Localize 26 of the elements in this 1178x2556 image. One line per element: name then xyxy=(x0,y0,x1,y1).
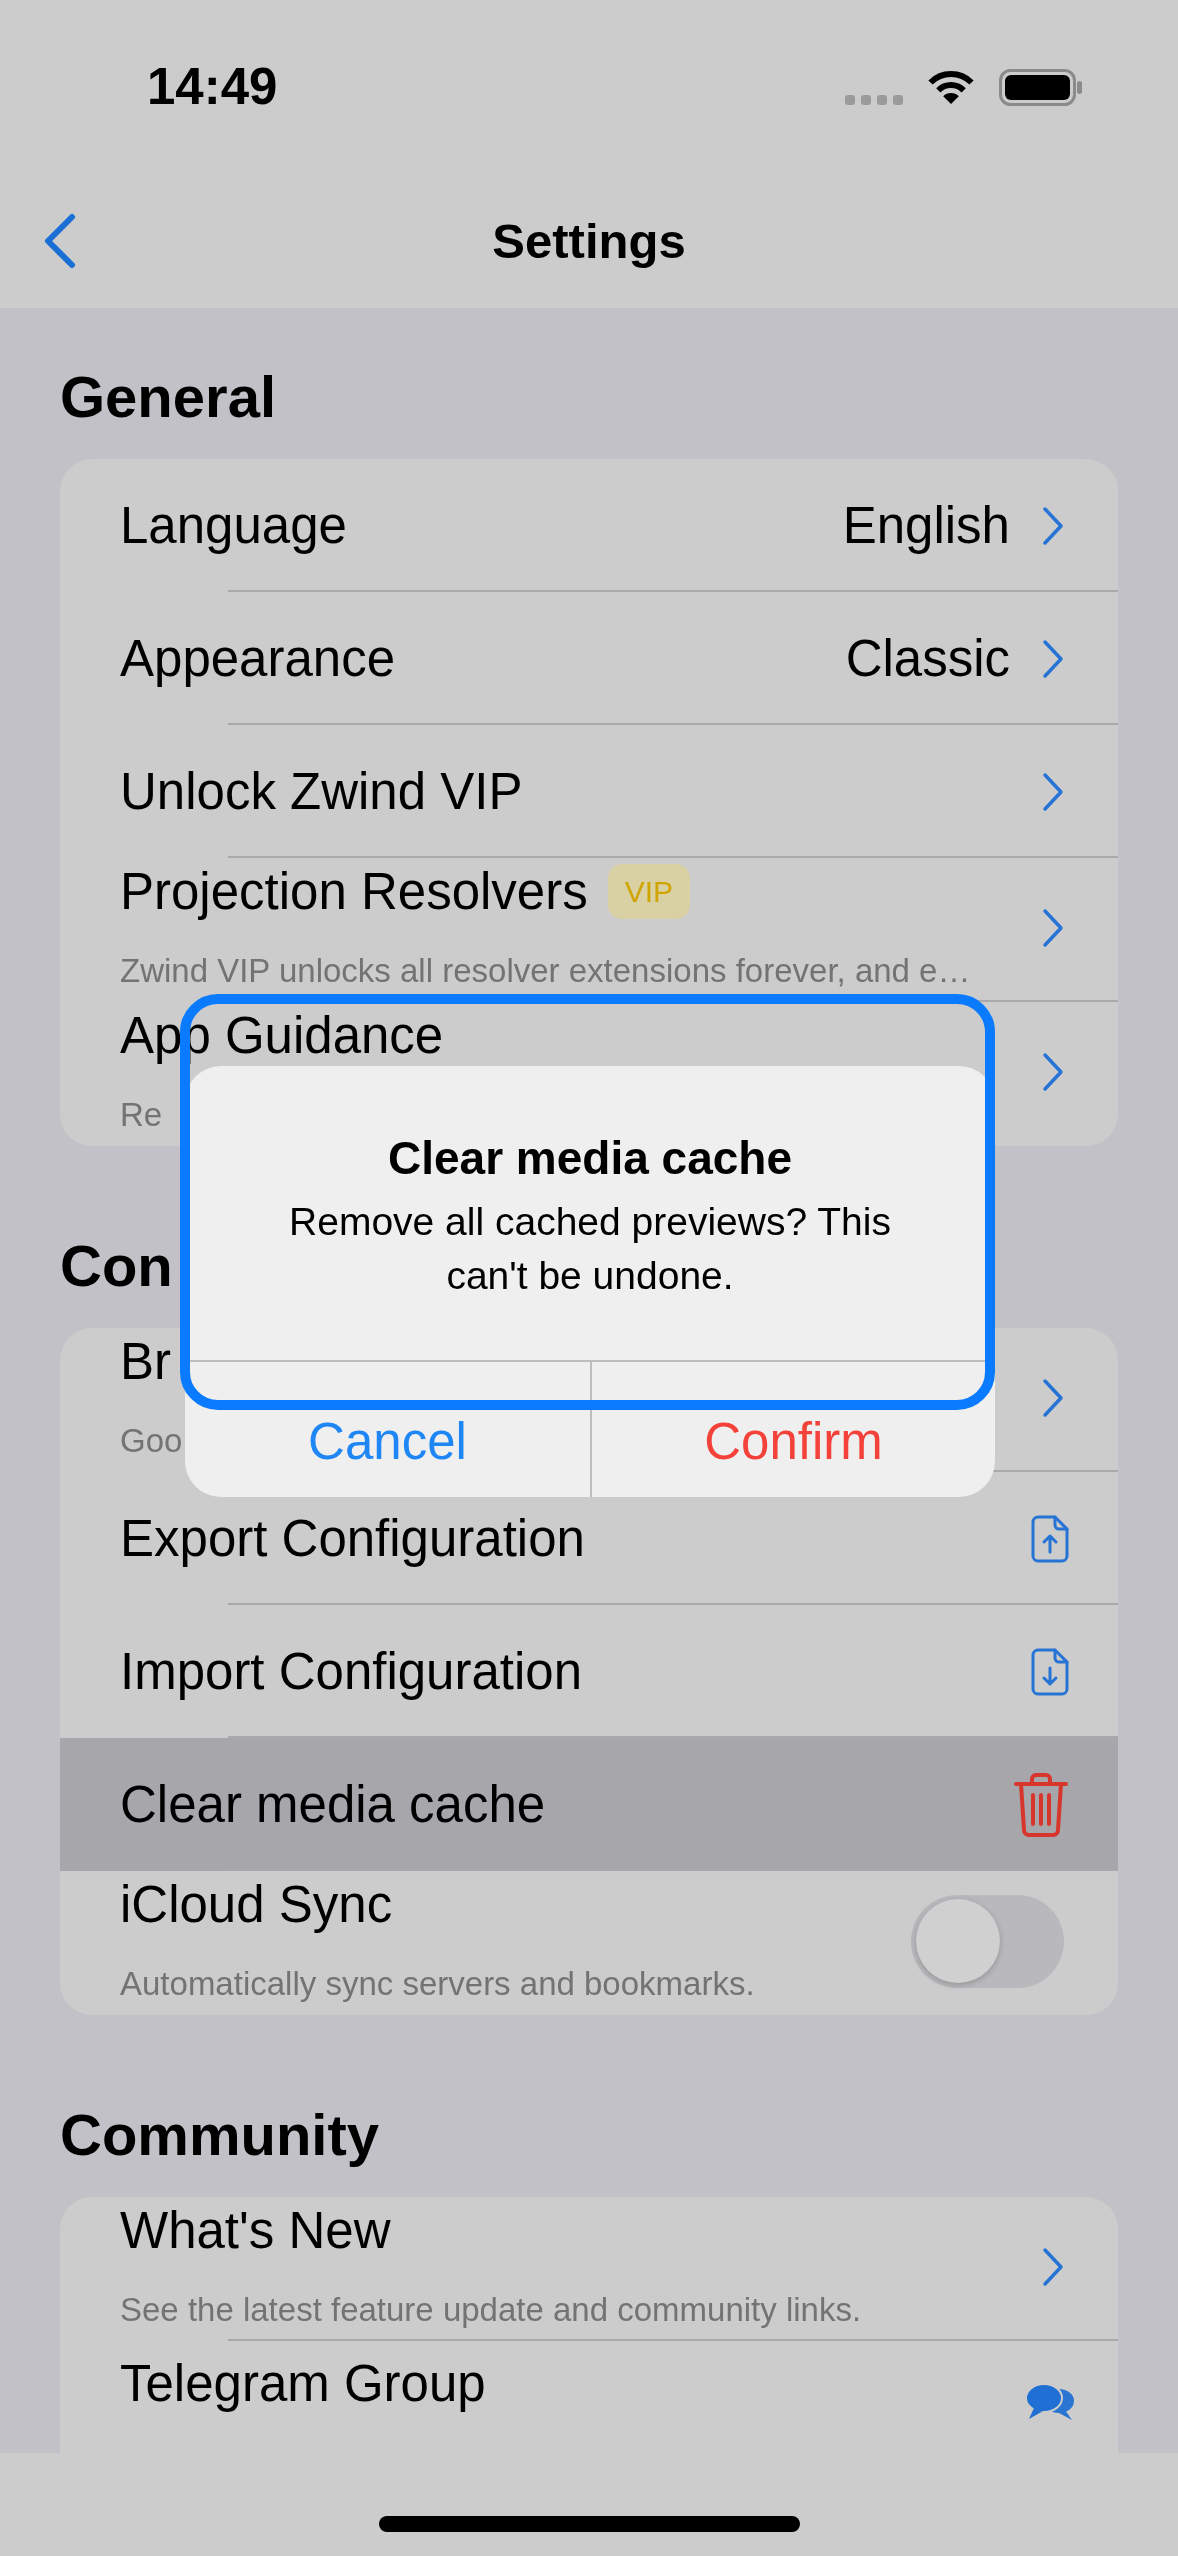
row-label: Telegram Group xyxy=(120,2354,486,2414)
row-label: Br xyxy=(120,1332,171,1391)
row-label: Import Configuration xyxy=(120,1641,583,1702)
vip-badge: VIP xyxy=(607,864,691,919)
dialog-title: Clear media cache xyxy=(388,1131,792,1186)
row-label: Projection Resolvers xyxy=(120,862,588,921)
nav-title: Settings xyxy=(492,213,686,270)
status-time: 14:49 xyxy=(147,57,278,117)
row-label: What's New xyxy=(120,2201,391,2260)
section-title: General xyxy=(60,363,276,431)
row-subtitle: Goo xyxy=(120,1421,183,1461)
row-label: Clear media cache xyxy=(120,1774,546,1835)
row-label: Export Configuration xyxy=(120,1508,585,1569)
row-subtitle: See the latest feature update and community links. xyxy=(120,2290,862,2330)
row-subtitle: Automatically sync servers and bookmarks. xyxy=(120,1964,755,2004)
row-value: English xyxy=(842,495,1010,556)
row-label: Language xyxy=(120,495,347,556)
row-subtitle: Zwind VIP unlocks all resolver extensions forever, and e… xyxy=(120,951,971,991)
row-label: Unlock Zwind VIP xyxy=(120,761,523,822)
section-title: Con xyxy=(60,1232,173,1300)
row-label: Appearance xyxy=(120,628,396,689)
dialog-message: Remove all cached previews? This can't be undone. xyxy=(288,1199,892,1299)
row-subtitle: Re xyxy=(120,1095,163,1135)
row-value: Classic xyxy=(845,628,1010,689)
row-label: iCloud Sync xyxy=(120,1875,393,1934)
section-title: Community xyxy=(60,2101,379,2169)
